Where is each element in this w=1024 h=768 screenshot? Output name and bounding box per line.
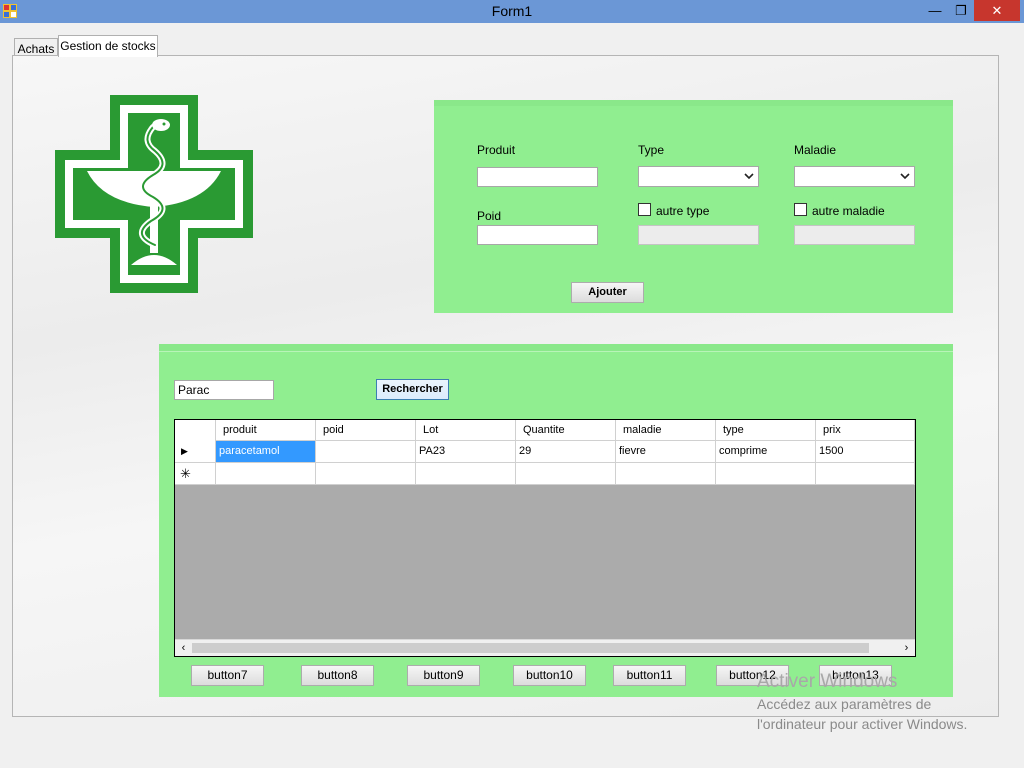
new-row-indicator[interactable]: ✳ bbox=[175, 463, 216, 485]
autre-maladie-input bbox=[794, 225, 915, 245]
chevron-down-icon bbox=[744, 173, 754, 180]
grid-cell[interactable]: 1500 bbox=[816, 441, 915, 463]
autre-type-input bbox=[638, 225, 759, 245]
button8[interactable]: button8 bbox=[301, 665, 374, 686]
button7[interactable]: button7 bbox=[191, 665, 264, 686]
ajouter-button[interactable]: Ajouter bbox=[571, 282, 644, 303]
title-bar: Form1 — ❐ ✕ bbox=[0, 0, 1024, 23]
grid-cell[interactable] bbox=[316, 441, 416, 463]
tab-gestion-de-stocks[interactable]: Gestion de stocks bbox=[58, 35, 158, 57]
current-row-indicator[interactable]: ▶ bbox=[175, 441, 216, 463]
grid-cell[interactable] bbox=[516, 463, 616, 485]
column-header-quantite[interactable]: Quantite bbox=[516, 420, 616, 441]
activation-watermark-line: Accédez aux paramètres de bbox=[757, 696, 932, 712]
restore-button[interactable]: ❐ bbox=[948, 0, 974, 21]
minimize-button[interactable]: — bbox=[922, 0, 948, 21]
poid-input[interactable] bbox=[477, 225, 598, 245]
tab-achats[interactable]: Achats bbox=[14, 38, 58, 56]
window-title: Form1 bbox=[491, 3, 533, 19]
poid-label: Poid bbox=[477, 209, 502, 223]
grid-cell[interactable]: 29 bbox=[516, 441, 616, 463]
grid-header: produit poid Lot Quantite maladie type p… bbox=[175, 420, 915, 441]
grid-cell[interactable]: comprime bbox=[716, 441, 816, 463]
pharmacy-cross-logo bbox=[55, 95, 253, 293]
produit-input[interactable] bbox=[477, 167, 598, 187]
stock-data-grid[interactable]: produit poid Lot Quantite maladie type p… bbox=[174, 419, 916, 657]
grid-cell[interactable]: PA23 bbox=[416, 441, 516, 463]
grid-cell[interactable]: fievre bbox=[616, 441, 716, 463]
chevron-down-icon bbox=[900, 173, 910, 180]
grid-cell[interactable] bbox=[316, 463, 416, 485]
activation-watermark-line: l'ordinateur pour activer Windows. bbox=[757, 716, 968, 732]
column-header-produit[interactable]: produit bbox=[216, 420, 316, 441]
column-header-lot[interactable]: Lot bbox=[416, 420, 516, 441]
column-header-prix[interactable]: prix bbox=[816, 420, 915, 441]
scroll-left-icon[interactable]: ‹ bbox=[175, 640, 192, 656]
column-header-poid[interactable]: poid bbox=[316, 420, 416, 441]
scroll-right-icon[interactable]: › bbox=[898, 640, 915, 656]
autre-type-checkbox[interactable] bbox=[638, 203, 651, 216]
grid-cell[interactable] bbox=[616, 463, 716, 485]
horizontal-scrollbar[interactable]: ‹ › bbox=[175, 639, 915, 656]
grid-corner bbox=[175, 420, 216, 441]
autre-maladie-checkbox[interactable] bbox=[794, 203, 807, 216]
close-button[interactable]: ✕ bbox=[974, 0, 1020, 21]
button9[interactable]: button9 bbox=[407, 665, 480, 686]
button11[interactable]: button11 bbox=[613, 665, 686, 686]
rechercher-button[interactable]: Rechercher bbox=[376, 379, 449, 400]
autre-maladie-label: autre maladie bbox=[812, 204, 885, 218]
search-input[interactable] bbox=[174, 380, 274, 400]
grid-cell[interactable] bbox=[216, 463, 316, 485]
button10[interactable]: button10 bbox=[513, 665, 586, 686]
type-label: Type bbox=[638, 143, 665, 157]
grid-cell[interactable]: paracetamol bbox=[216, 441, 316, 463]
maladie-label: Maladie bbox=[794, 143, 837, 157]
column-header-maladie[interactable]: maladie bbox=[616, 420, 716, 441]
grid-cell[interactable] bbox=[716, 463, 816, 485]
type-select[interactable] bbox=[638, 166, 759, 187]
grid-cell[interactable] bbox=[816, 463, 915, 485]
autre-type-label: autre type bbox=[656, 204, 710, 218]
activation-watermark-title: Activer Windows bbox=[757, 671, 898, 692]
produit-label: Produit bbox=[477, 143, 516, 157]
grid-cell[interactable] bbox=[416, 463, 516, 485]
maladie-select[interactable] bbox=[794, 166, 915, 187]
scrollbar-thumb[interactable] bbox=[192, 643, 869, 653]
column-header-type[interactable]: type bbox=[716, 420, 816, 441]
